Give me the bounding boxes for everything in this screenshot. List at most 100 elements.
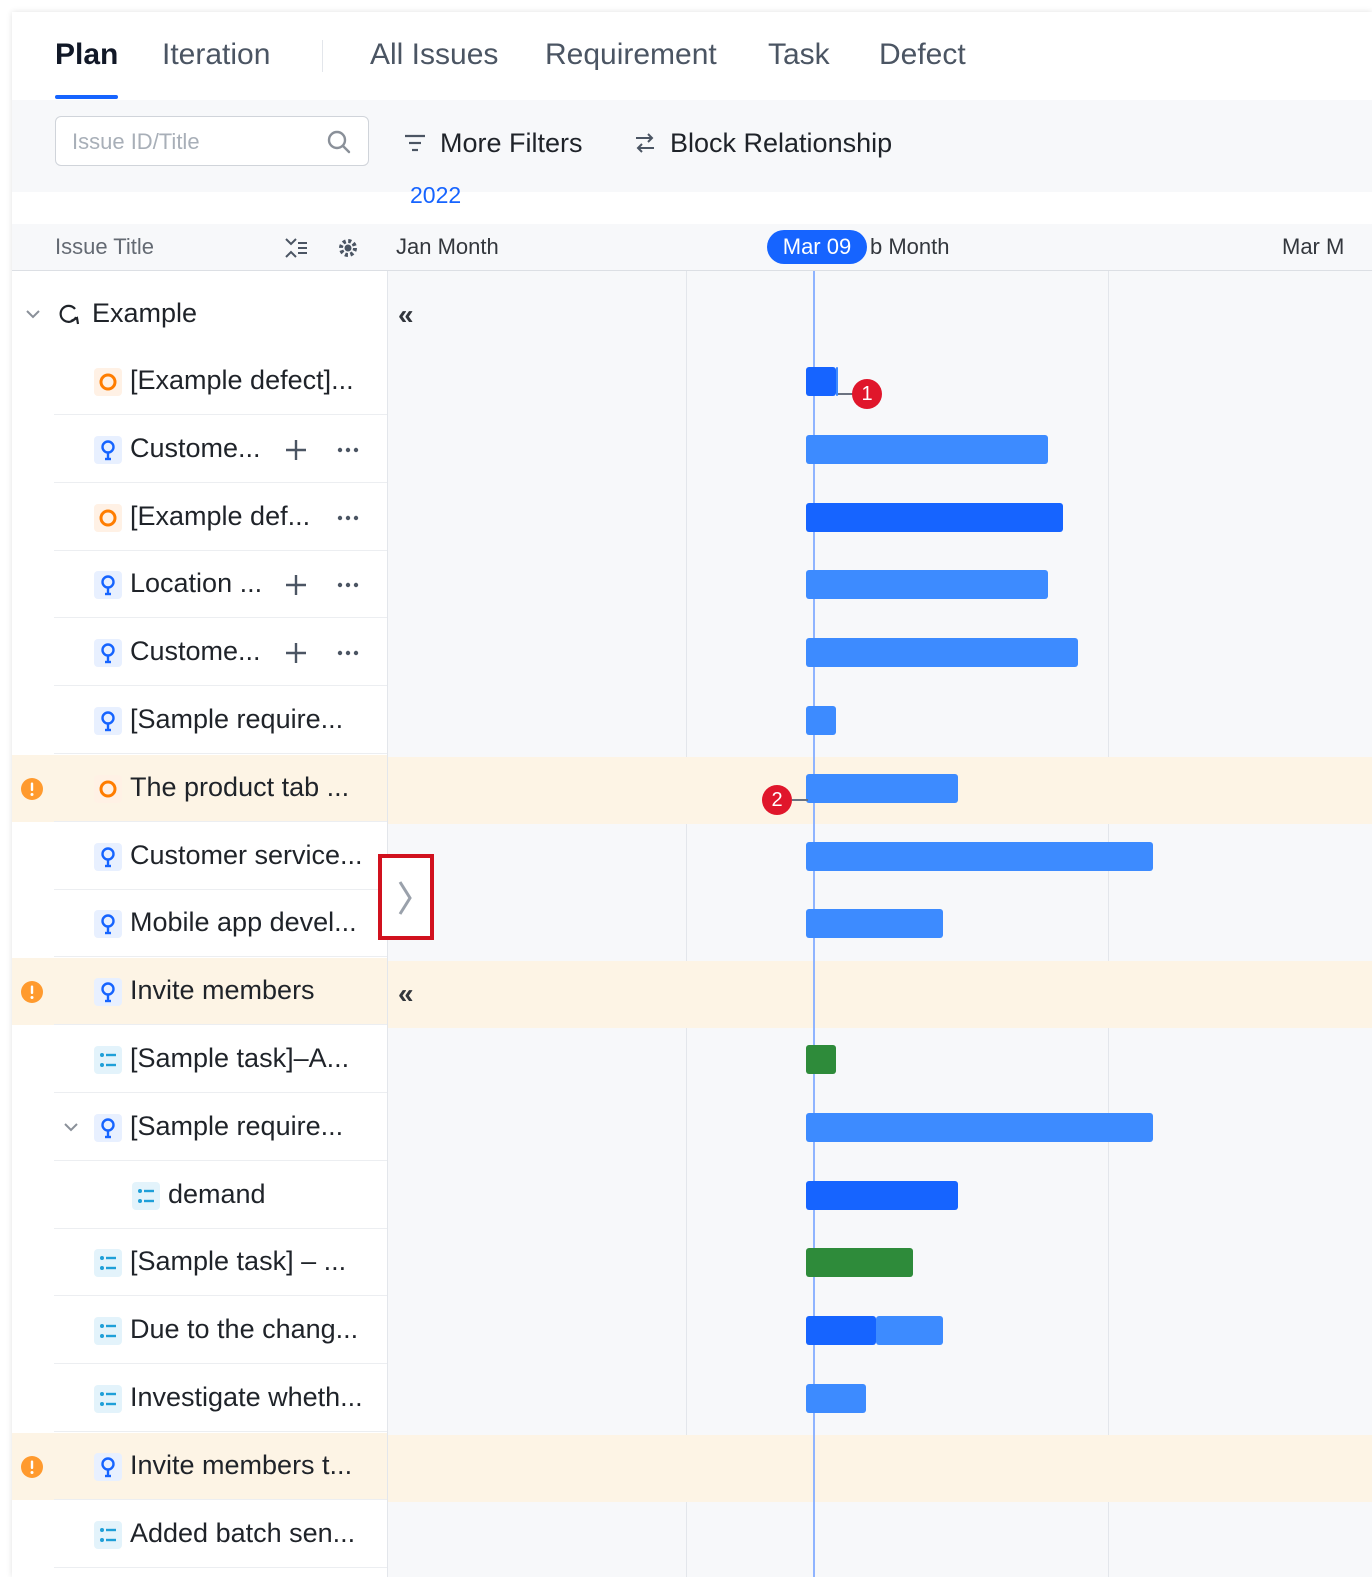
block-relationship-button[interactable]: Block Relationship (632, 126, 892, 160)
issue-title[interactable]: [Sample task]–A... (130, 1043, 349, 1074)
more-filters-button[interactable]: More Filters (402, 126, 583, 160)
gantt-bar[interactable] (806, 367, 836, 396)
gantt-bar[interactable] (806, 503, 1063, 532)
issue-title[interactable]: [Sample require... (130, 1111, 343, 1142)
more-options-icon[interactable] (334, 436, 362, 464)
issue-row[interactable]: Custome... (12, 416, 387, 483)
issue-row[interactable]: Investigate wheth... (12, 1365, 387, 1432)
issue-title[interactable]: Added batch sen... (130, 1518, 355, 1549)
group-collapse-mark[interactable]: « (398, 299, 414, 331)
row-divider (54, 956, 387, 957)
gantt-bar[interactable] (836, 367, 838, 396)
issue-row[interactable]: The product tab ... (12, 755, 387, 822)
issue-row[interactable]: demand (12, 1162, 387, 1229)
add-child-icon[interactable] (282, 639, 310, 667)
issue-title[interactable]: Custome... (130, 433, 261, 464)
issue-row[interactable]: [Example def... (12, 484, 387, 551)
row-collapse-mark[interactable]: « (398, 978, 414, 1010)
issue-row[interactable]: Invite members (12, 958, 387, 1025)
gantt-bar[interactable] (806, 909, 943, 938)
issue-row[interactable]: [Sample task] – ... (12, 1229, 387, 1296)
gantt-bar[interactable] (806, 1113, 1153, 1142)
top-tab-bar: Plan Iteration All Issues Requirement Ta… (12, 12, 1372, 101)
task-type-icon (94, 1046, 122, 1074)
gantt-bar[interactable] (806, 435, 1048, 464)
issue-title[interactable]: demand (168, 1179, 266, 1210)
month-label-mar: Mar M (1282, 234, 1345, 259)
issue-title[interactable]: [Example def... (130, 501, 310, 532)
expand-panel-handle[interactable] (378, 854, 434, 940)
row-divider (54, 821, 387, 822)
issue-row[interactable]: Customer service... (12, 823, 387, 890)
tab-plan[interactable]: Plan (55, 38, 118, 72)
chevron-down-icon[interactable] (62, 1118, 80, 1136)
tab-task[interactable]: Task (768, 38, 830, 72)
issue-title[interactable]: [Sample require... (130, 704, 343, 735)
issue-title[interactable]: Due to the chang... (130, 1314, 358, 1345)
issue-title[interactable]: Location ... (130, 568, 262, 599)
issue-title[interactable]: [Example defect]... (130, 365, 354, 396)
issue-title[interactable]: [Sample task] – ... (130, 1246, 346, 1277)
issue-row[interactable]: Added batch sen... (12, 1501, 387, 1568)
issue-title[interactable]: Investigate wheth... (130, 1382, 363, 1413)
add-child-icon[interactable] (282, 571, 310, 599)
tab-requirement[interactable]: Requirement (545, 38, 717, 72)
issue-title[interactable]: Mobile app devel... (130, 907, 357, 938)
collapse-all-icon[interactable] (282, 234, 310, 262)
toolbar: More Filters Block Relationship (12, 100, 1372, 192)
timeline-year: 2022 (410, 182, 462, 208)
issue-row[interactable]: [Example defect]... (12, 348, 387, 415)
issue-title[interactable]: The product tab ... (130, 772, 349, 803)
group-row-example[interactable]: Example (12, 281, 387, 347)
requirement-type-icon (94, 1453, 122, 1481)
issue-title-column-header: Issue Title (55, 234, 155, 259)
gantt-bar[interactable] (806, 842, 1153, 871)
task-type-icon (132, 1182, 160, 1210)
dependency-badge[interactable]: 1 (852, 379, 882, 409)
more-options-icon[interactable] (334, 504, 362, 532)
issue-title[interactable]: Invite members t... (130, 1450, 352, 1481)
issue-row[interactable]: [Sample task]–A... (12, 1026, 387, 1093)
search-input[interactable] (70, 125, 314, 159)
row-divider (54, 1092, 387, 1093)
more-filters-label: More Filters (440, 127, 583, 158)
gantt-bar[interactable] (876, 1316, 943, 1345)
tab-defect[interactable]: Defect (879, 38, 966, 72)
issue-row[interactable]: Location ... (12, 551, 387, 618)
issue-title[interactable]: Custome... (130, 636, 261, 667)
issue-row[interactable]: Due to the chang... (12, 1297, 387, 1364)
add-child-icon[interactable] (282, 436, 310, 464)
row-divider (54, 1499, 387, 1500)
more-options-icon[interactable] (334, 571, 362, 599)
gantt-bar[interactable] (806, 774, 958, 803)
gantt-bar[interactable] (806, 570, 1048, 599)
row-divider (54, 414, 387, 415)
tab-iteration[interactable]: Iteration (162, 38, 270, 72)
today-marker[interactable]: Mar 09 (767, 230, 867, 264)
issue-row[interactable]: [Sample require... (12, 1094, 387, 1161)
gantt-bar[interactable] (806, 1384, 866, 1413)
group-label: Example (92, 298, 198, 328)
settings-gear-icon[interactable] (334, 234, 362, 262)
issue-row[interactable]: Custome... (12, 619, 387, 686)
gantt-bar[interactable] (806, 638, 1078, 667)
issue-row[interactable]: Invite members t... (12, 1433, 387, 1500)
issue-title[interactable]: Customer service... (130, 840, 363, 871)
issue-title[interactable]: Invite members (130, 975, 315, 1006)
search-icon[interactable] (326, 129, 352, 155)
gantt-bar[interactable] (806, 1045, 836, 1074)
requirement-type-icon (94, 978, 122, 1006)
requirement-type-icon (94, 639, 122, 667)
gantt-bar[interactable] (806, 1248, 913, 1277)
warning-icon (20, 980, 44, 1004)
issue-row[interactable]: Mobile app devel... (12, 890, 387, 957)
gantt-bar[interactable] (806, 1316, 876, 1345)
chevron-down-icon[interactable] (24, 305, 42, 323)
issue-row[interactable]: [Sample require... (12, 687, 387, 754)
requirement-type-icon (94, 843, 122, 871)
dependency-badge[interactable]: 2 (762, 785, 792, 815)
gantt-bar[interactable] (806, 1181, 958, 1210)
tab-all-issues[interactable]: All Issues (370, 38, 498, 72)
gantt-bar[interactable] (806, 706, 836, 735)
more-options-icon[interactable] (334, 639, 362, 667)
